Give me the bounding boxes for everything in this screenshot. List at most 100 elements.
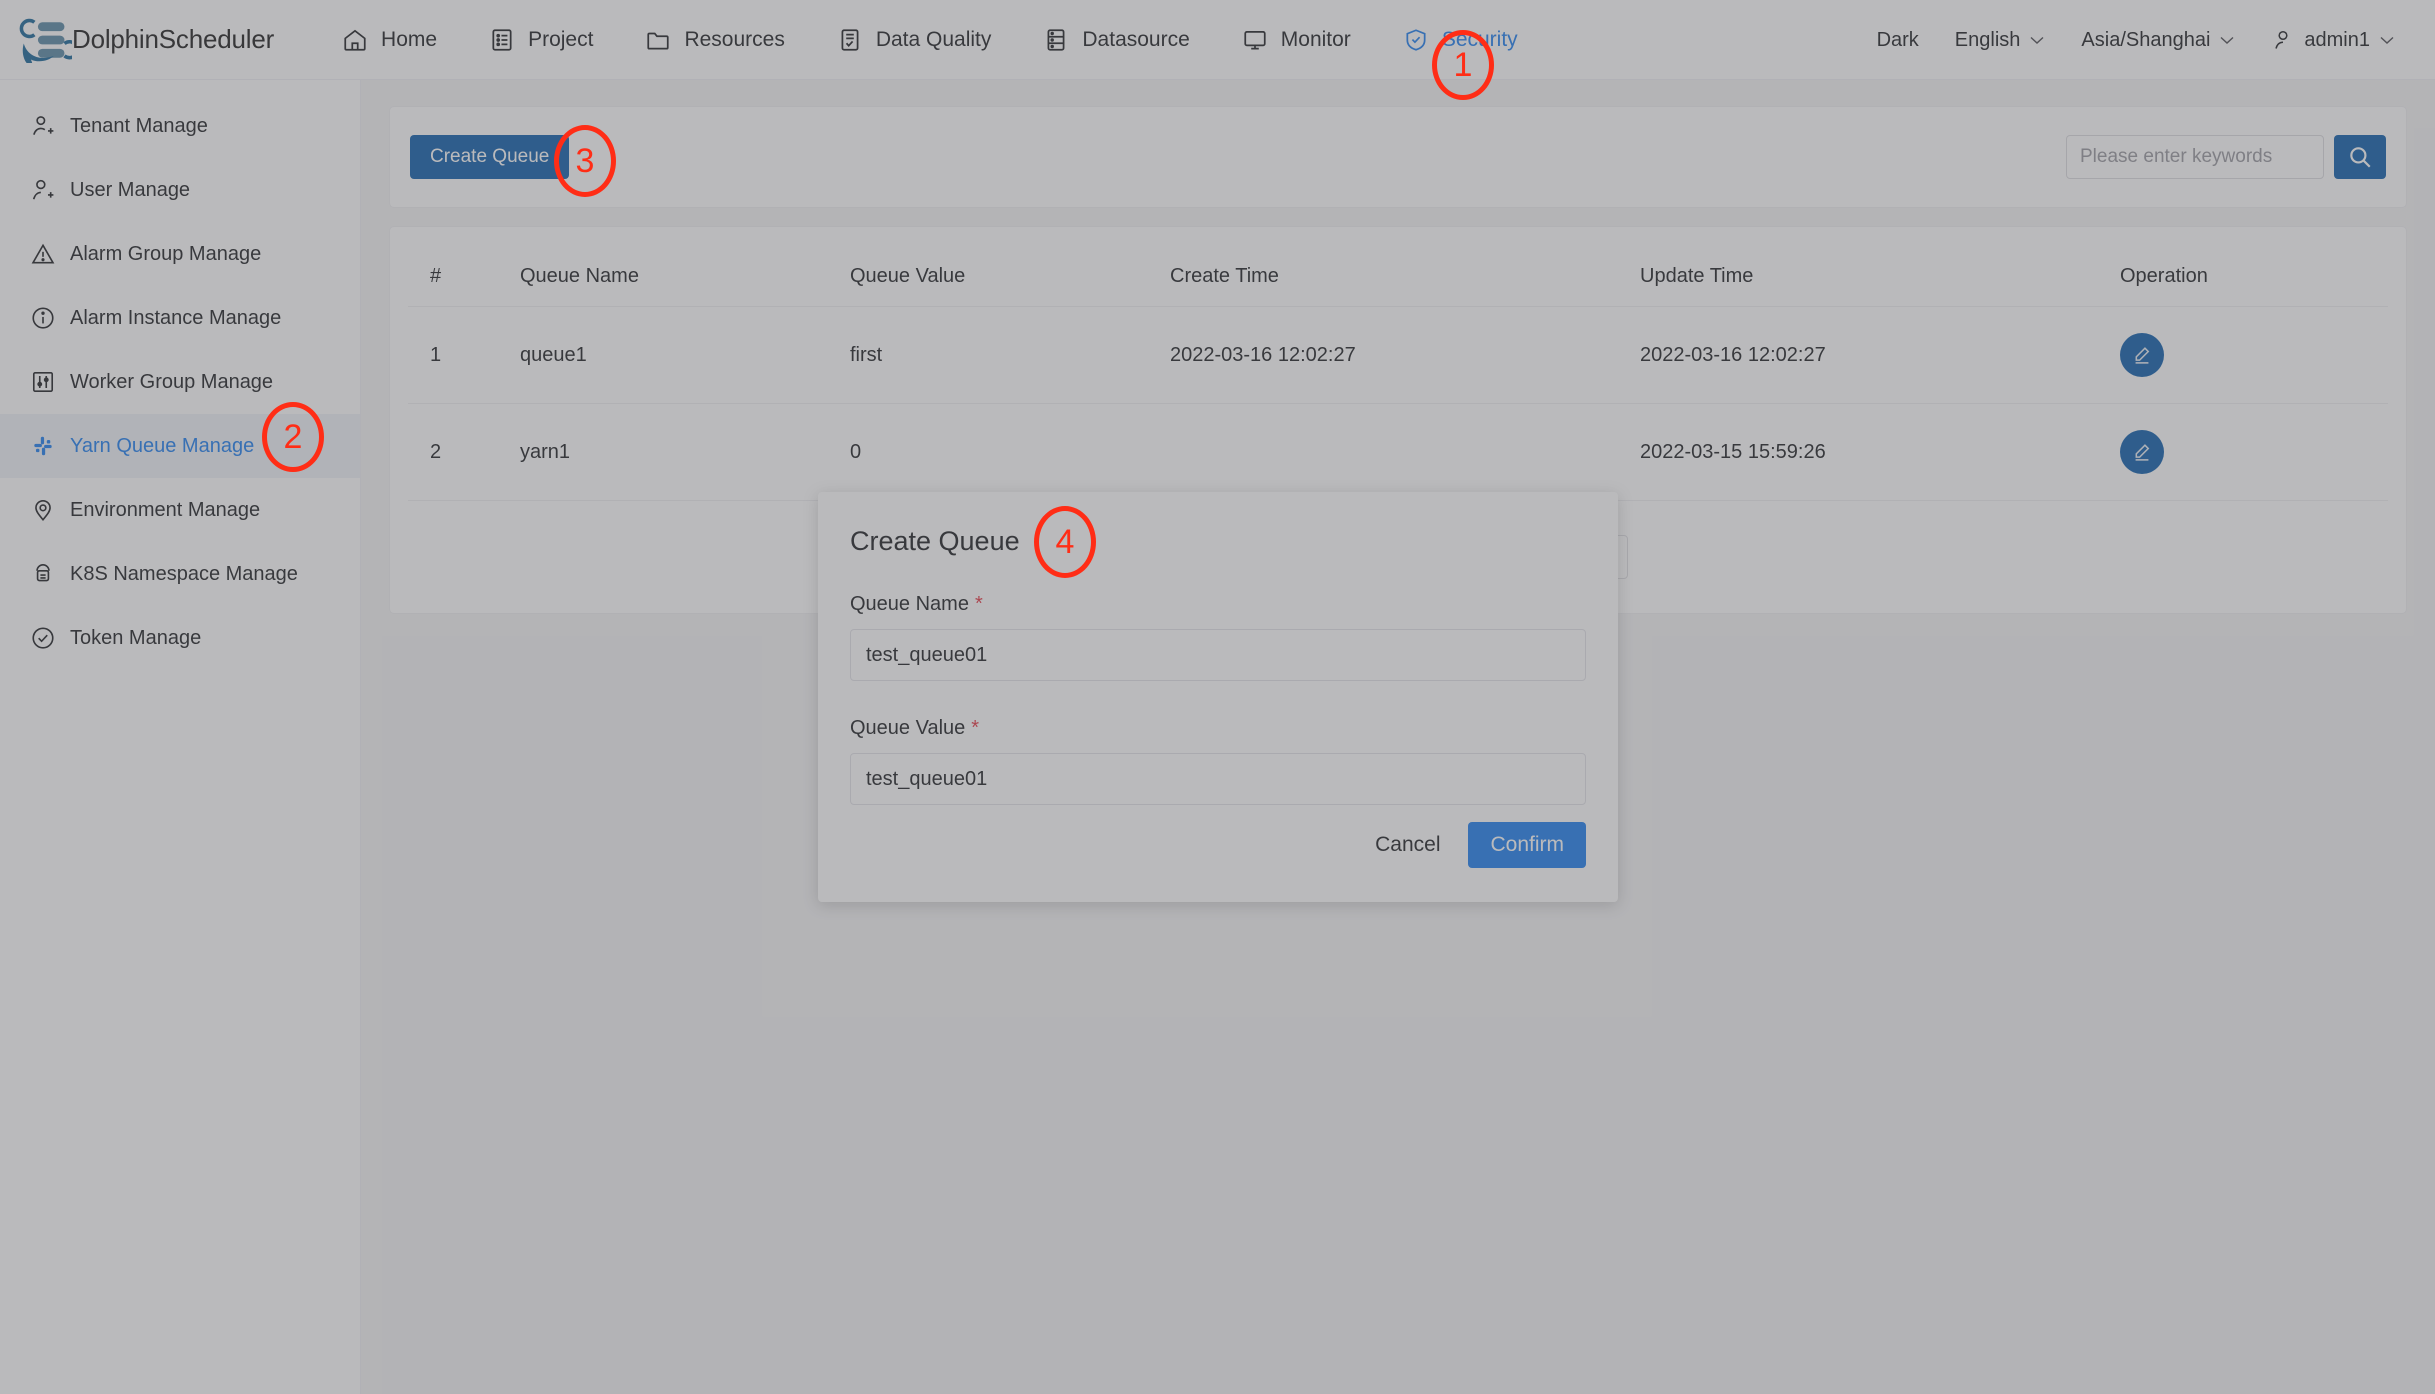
header-right-controls: Dark English Asia/Shanghai admin1 [1859,0,2413,80]
home-icon [342,27,368,53]
database-icon [1043,27,1069,53]
timezone-label: Asia/Shanghai [2081,29,2210,52]
project-icon [489,27,515,53]
cell-create-time [1148,404,1618,501]
sidebar-item-alarm-group-manage[interactable]: Alarm Group Manage [0,222,360,286]
queue-name-label-text: Queue Name [850,593,969,615]
monitor-icon [1242,27,1268,53]
cell-index: 2 [408,404,498,501]
sidebar-label-worker-group-manage: Worker Group Manage [70,371,273,394]
annotation-badge-2: 2 [262,402,324,472]
sidebar-label-token-manage: Token Manage [70,627,201,650]
app-logo-text: DolphinScheduler [72,24,274,55]
nav-item-datasource[interactable]: Datasource [1017,0,1215,80]
tenant-icon [30,113,56,139]
edit-queue-button[interactable] [2120,430,2164,474]
queue-value-label-text: Queue Value [850,717,965,739]
yarn-queue-icon [30,433,56,459]
top-header: DolphinScheduler Home Project [0,0,2435,80]
theme-toggle[interactable]: Dark [1859,29,1937,52]
column-header-operation: Operation [2098,247,2388,307]
chevron-down-icon [2219,35,2235,45]
sidebar-item-environment-manage[interactable]: Environment Manage [0,478,360,542]
user-icon [30,177,56,203]
annotation-badge-3: 3 [554,125,616,197]
queue-table: # Queue Name Queue Value Create Time Upd… [408,247,2388,501]
create-queue-modal-title: Create Queue [850,526,1586,557]
cell-operation [2098,404,2388,501]
table-row: 1 queue1 first 2022-03-16 12:02:27 2022-… [408,307,2388,404]
app-logo[interactable]: DolphinScheduler [0,17,274,63]
required-asterisk: * [971,717,979,739]
search-icon [2347,144,2373,170]
cell-index: 1 [408,307,498,404]
warning-triangle-icon [30,241,56,267]
nav-item-data-quality[interactable]: Data Quality [811,0,1018,80]
sidebar-item-alarm-instance-manage[interactable]: Alarm Instance Manage [0,286,360,350]
nav-label-resources: Resources [684,28,784,52]
nav-label-data-quality: Data Quality [876,28,992,52]
user-name-label: admin1 [2304,29,2370,52]
sidebar-label-alarm-group-manage: Alarm Group Manage [70,243,261,266]
sidebar-item-tenant-manage[interactable]: Tenant Manage [0,94,360,158]
queue-value-input[interactable] [850,753,1586,805]
sidebar-label-yarn-queue-manage: Yarn Queue Manage [70,435,254,458]
nav-label-home: Home [381,28,437,52]
column-header-index: # [408,247,498,307]
shield-icon [1403,27,1429,53]
edit-pencil-icon [2131,441,2153,463]
nav-label-datasource: Datasource [1082,28,1189,52]
cancel-button[interactable]: Cancel [1369,825,1446,865]
cell-update-time: 2022-03-16 12:02:27 [1618,307,2098,404]
edit-queue-button[interactable] [2120,333,2164,377]
nav-item-resources[interactable]: Resources [619,0,810,80]
column-header-update-time: Update Time [1618,247,2098,307]
sidebar-label-environment-manage: Environment Manage [70,499,260,522]
table-row: 2 yarn1 0 2022-03-15 15:59:26 [408,404,2388,501]
table-header-row: # Queue Name Queue Value Create Time Upd… [408,247,2388,307]
timezone-select[interactable]: Asia/Shanghai [2063,29,2253,52]
cell-queue-name: yarn1 [498,404,828,501]
nav-item-home[interactable]: Home [316,0,463,80]
cell-queue-name: queue1 [498,307,828,404]
column-header-create-time: Create Time [1148,247,1618,307]
create-queue-button[interactable]: Create Queue [410,135,569,179]
toolbar-card: Create Queue [389,106,2407,208]
confirm-button[interactable]: Confirm [1468,822,1586,868]
nav-item-monitor[interactable]: Monitor [1216,0,1377,80]
sidebar-label-alarm-instance-manage: Alarm Instance Manage [70,307,281,330]
user-avatar-icon [2271,28,2295,52]
folder-icon [645,27,671,53]
theme-label: Dark [1877,29,1919,52]
required-asterisk: * [975,593,983,615]
app-root: DolphinScheduler Home Project [0,0,2435,1394]
token-check-icon [30,625,56,651]
queue-name-label: Queue Name * [850,593,1586,616]
chevron-down-icon [2379,35,2395,45]
data-quality-icon [837,27,863,53]
create-queue-modal: Create Queue Queue Name * Queue Value * Ca… [818,492,1618,902]
cell-create-time: 2022-03-16 12:02:27 [1148,307,1618,404]
sidebar-item-k8s-namespace-manage[interactable]: K8S Namespace Manage [0,542,360,606]
search-button[interactable] [2334,135,2386,179]
sidebar-label-user-manage: User Manage [70,179,190,202]
search-input[interactable] [2066,135,2324,179]
sidebar-item-user-manage[interactable]: User Manage [0,158,360,222]
sliders-icon [30,369,56,395]
nav-item-project[interactable]: Project [463,0,619,80]
column-header-queue-value: Queue Value [828,247,1148,307]
cell-operation [2098,307,2388,404]
language-select[interactable]: English [1937,29,2064,52]
chevron-down-icon [2029,35,2045,45]
sidebar-item-token-manage[interactable]: Token Manage [0,606,360,670]
queue-value-label: Queue Value * [850,717,1586,740]
cell-update-time: 2022-03-15 15:59:26 [1618,404,2098,501]
edit-pencil-icon [2131,344,2153,366]
search-area [2066,135,2386,179]
queue-name-input[interactable] [850,629,1586,681]
cell-queue-value: first [828,307,1148,404]
security-sidebar: Tenant Manage User Manage Alarm Group Ma… [0,80,361,1394]
user-menu[interactable]: admin1 [2253,28,2413,52]
k8s-icon [30,561,56,587]
sidebar-label-tenant-manage: Tenant Manage [70,115,208,138]
